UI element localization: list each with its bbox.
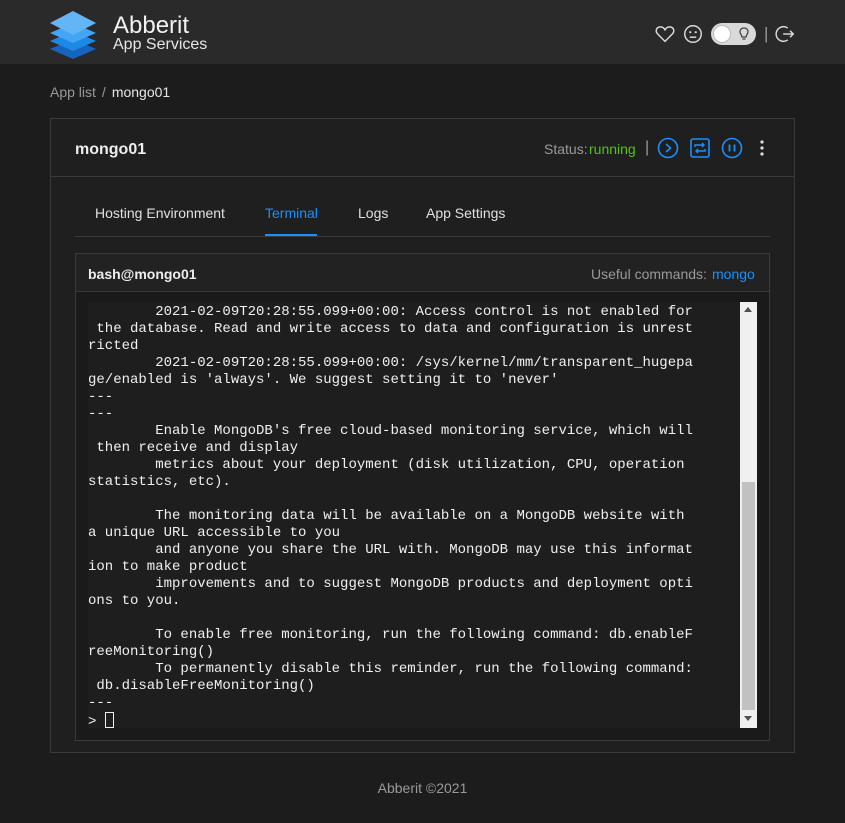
play-circle-icon[interactable]	[657, 137, 679, 159]
more-vert-icon[interactable]	[751, 137, 773, 159]
terminal-output[interactable]: 2021-02-09T20:28:55.099+00:00: Access co…	[88, 302, 740, 728]
terminal-panel: bash@mongo01 Useful commands: mongo 2021…	[75, 253, 770, 741]
layers-logo-icon[interactable]	[48, 9, 98, 59]
useful-command-mongo[interactable]: mongo	[712, 266, 755, 282]
terminal-title: bash@mongo01	[88, 266, 197, 282]
status-separator: |	[645, 139, 650, 156]
breadcrumb-separator: /	[101, 84, 106, 100]
useful-commands-label: Useful commands:	[591, 266, 707, 282]
footer-copyright: Abberit ©2021	[377, 780, 468, 796]
tab-hosting-environment[interactable]: Hosting Environment	[95, 204, 225, 222]
terminal-text: 2021-02-09T20:28:55.099+00:00: Access co…	[88, 304, 740, 728]
scrollbar-thumb[interactable]	[742, 482, 755, 710]
toggle-knob	[713, 25, 731, 43]
terminal-prompt: >	[88, 714, 105, 728]
brand-subtitle: App Services	[113, 36, 208, 53]
logout-icon[interactable]	[774, 23, 796, 45]
pause-circle-icon[interactable]	[721, 137, 743, 159]
terminal-scrollbar[interactable]	[740, 302, 757, 728]
active-tab-indicator	[265, 234, 317, 236]
breadcrumb-app-list-link[interactable]: App list	[50, 84, 96, 100]
breadcrumb: App list / mongo01	[50, 83, 170, 101]
tab-terminal[interactable]: Terminal	[265, 204, 318, 222]
tab-bar: Hosting Environment Terminal Logs App Se…	[75, 189, 770, 237]
top-header: Abberit App Services |	[0, 0, 845, 64]
breadcrumb-current: mongo01	[111, 84, 171, 100]
status-label: Status:	[544, 141, 588, 157]
tab-app-settings[interactable]: App Settings	[426, 204, 505, 222]
app-card: mongo01 Status: running | Hosting Enviro…	[50, 118, 795, 753]
theme-toggle[interactable]	[711, 23, 756, 45]
app-card-header: mongo01 Status: running |	[51, 119, 794, 177]
status-value: running	[589, 141, 636, 157]
terminal-header: bash@mongo01 Useful commands: mongo	[76, 254, 769, 292]
terminal-log-text: 2021-02-09T20:28:55.099+00:00: Access co…	[88, 304, 693, 711]
header-separator: |	[764, 24, 769, 43]
restart-icon[interactable]	[689, 137, 711, 159]
feedback-face-icon[interactable]	[682, 23, 704, 45]
scroll-up-arrow-icon[interactable]	[744, 307, 752, 312]
terminal-cursor	[104, 712, 114, 728]
heart-icon[interactable]	[654, 23, 676, 45]
lightbulb-icon	[739, 27, 749, 40]
app-name: mongo01	[75, 141, 147, 158]
tab-logs[interactable]: Logs	[358, 204, 388, 222]
scroll-down-arrow-icon[interactable]	[744, 716, 752, 721]
